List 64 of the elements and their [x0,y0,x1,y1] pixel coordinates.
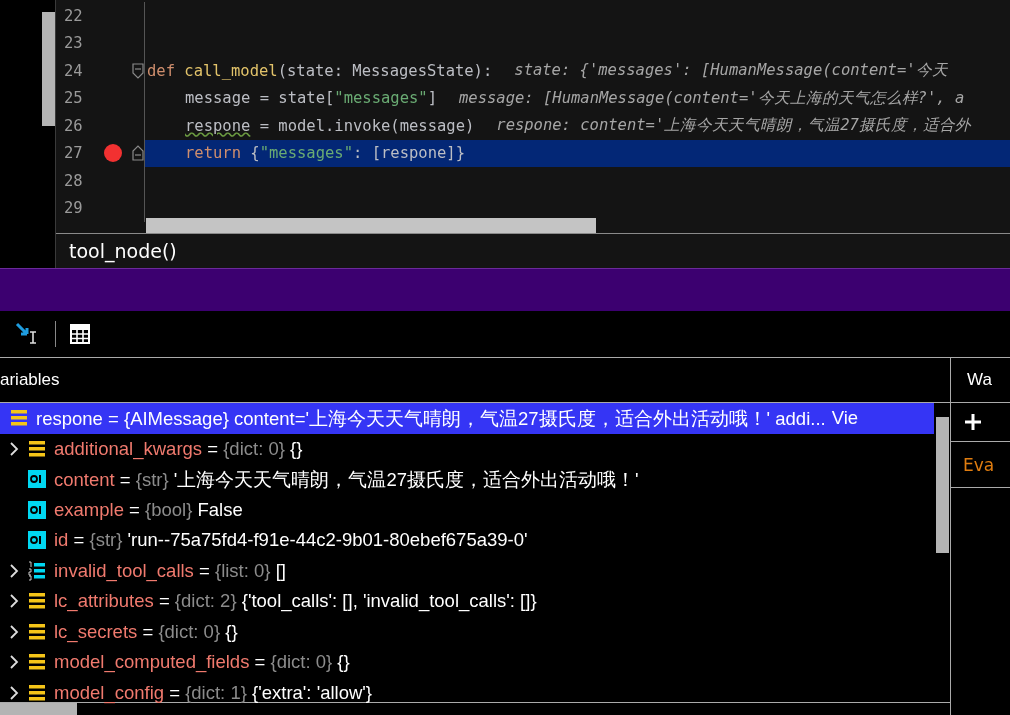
variable-entry: model_config = {dict: 1} {'extra': 'allow'} [54,681,373,704]
scalar-icon [28,500,46,519]
panel-title: ariables [0,370,60,390]
dict-icon [10,409,28,428]
chevron-icon[interactable] [9,562,19,579]
line-number: 27 [63,144,84,163]
code-line: return {"messages": [respone]} [185,144,465,163]
variable-entry: model_computed_fields = {dict: 0} {} [54,651,350,674]
chevron-icon[interactable] [9,654,19,671]
view-link[interactable]: Vie [831,407,859,430]
chevron-icon[interactable] [9,623,19,640]
variable-row[interactable]: id = {str} 'run--75a75fd4-f91e-44c2-9b01-80ebef675a39-0' [0,525,934,556]
variable-entry: invalid_tool_calls = {list: 0} [] [54,559,286,582]
variable-entry: additional_kwargs = {dict: 0} {} [54,437,303,460]
chevron-icon[interactable] [9,440,19,457]
variable-entry: content = {str} '上海今天天气晴朗，气温27摄氏度，适合外出活动哦！' [54,467,639,492]
line-number: 24 [63,61,84,80]
variable-entry: respone = {AIMessage} content='上海今天天气晴朗，气温27摄氏度，适合外出活动哦！' addi... [36,406,826,431]
variable-row[interactable]: model_computed_fields = {dict: 0} {} [0,647,934,678]
scalar-icon [28,531,46,550]
variable-entry: example = {bool} False [54,498,243,521]
line-number: 26 [63,116,84,135]
line-number: 25 [63,89,84,108]
code-line: respone = model.invoke(message) [185,116,475,135]
code-line: message = state["messages"] [185,89,437,108]
fold-icon[interactable] [132,145,144,162]
dict-icon [28,683,46,702]
variable-row[interactable]: example = {bool} False [0,494,934,525]
line-number: 23 [63,34,84,53]
chevron-icon[interactable] [9,593,19,610]
breakpoint-icon[interactable] [104,144,122,163]
variable-row[interactable]: content = {str} '上海今天天气晴朗，气温27摄氏度，适合外出活动哦！' [0,464,934,495]
dict-icon [28,592,46,611]
inline-value-hint: respone: content='上海今天天气晴朗，气温27摄氏度，适合外 [496,115,971,137]
variable-entry: lc_attributes = {dict: 2} {'tool_calls': [], 'invalid_tool_calls': []} [54,590,537,613]
variable-row[interactable]: invalid_tool_calls = {list: 0} [] [0,555,934,586]
dict-icon [28,622,46,641]
variable-row[interactable]: lc_attributes = {dict: 2} {'tool_calls': [], 'invalid_tool_calls': []} [0,586,934,617]
list-icon [28,560,46,581]
scrollbar-thumb[interactable] [146,218,596,233]
chevron-icon[interactable] [9,684,19,701]
add-icon[interactable] [964,413,982,431]
line-number: 29 [63,199,84,218]
dict-icon [28,653,46,672]
scrollbar-thumb[interactable] [0,703,77,715]
scrollbar-thumb[interactable] [935,417,949,553]
code-line: def call_model(state: MessagesState): [147,61,493,80]
variable-row[interactable]: model_config = {dict: 1} {'extra': 'allow'} [0,677,934,708]
panel-title[interactable]: Wa [967,370,992,390]
scrollbar-thumb[interactable] [42,12,55,126]
breadcrumb[interactable]: tool_node() [69,240,177,262]
variable-row[interactable]: additional_kwargs = {dict: 0} {} [0,433,934,464]
inline-value-hint: state: {'messages': [HumanMessage(content='今天 [514,60,948,82]
inline-value-hint: message: [HumanMessage(content='今天上海的天气怎么样?', a [459,87,965,109]
variable-row[interactable]: lc_secrets = {dict: 0} {} [0,616,934,647]
line-number: 28 [63,171,84,190]
table-icon[interactable] [70,324,90,344]
variable-row[interactable]: respone = {AIMessage} content='上海今天天气晴朗，气温27摄氏度，适合外出活动哦！' addi... Vie [0,403,934,434]
fold-icon[interactable] [132,62,144,79]
line-number: 22 [63,6,84,25]
variable-entry: id = {str} 'run--75a75fd4-f91e-44c2-9b01-80ebef675a39-0' [54,529,528,552]
dict-icon [28,439,46,458]
variable-entry: lc_secrets = {dict: 0} {} [54,620,238,643]
scalar-icon [28,470,46,489]
